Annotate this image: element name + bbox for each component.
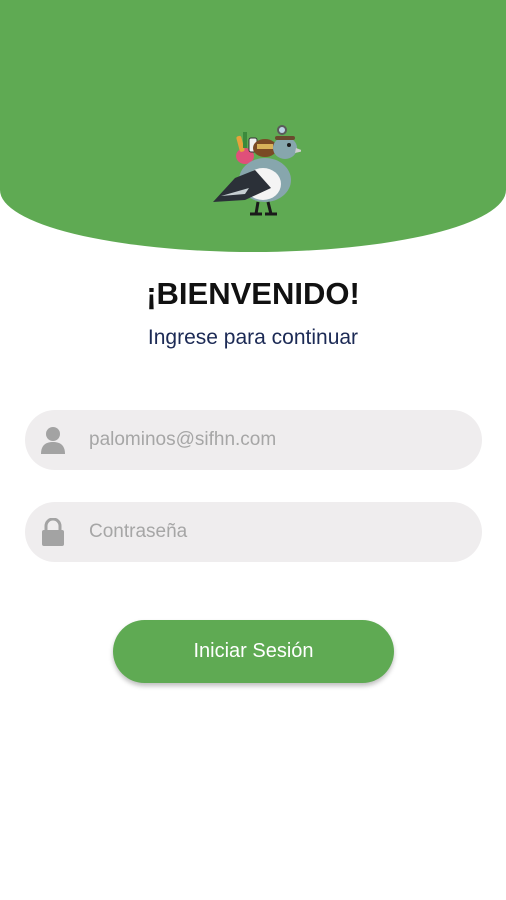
user-icon — [41, 427, 65, 454]
pigeon-mascot-logo — [213, 125, 301, 216]
login-button[interactable]: Iniciar Sesión — [113, 620, 394, 683]
email-input[interactable] — [89, 410, 469, 470]
password-field[interactable] — [25, 502, 482, 562]
welcome-subtitle: Ingrese para continuar — [147, 326, 359, 349]
lock-icon — [42, 518, 64, 546]
email-field[interactable] — [25, 410, 482, 470]
welcome-title: ¡BIENVENIDO! — [146, 276, 360, 311]
header-banner — [0, 0, 506, 252]
password-input[interactable] — [89, 502, 469, 562]
